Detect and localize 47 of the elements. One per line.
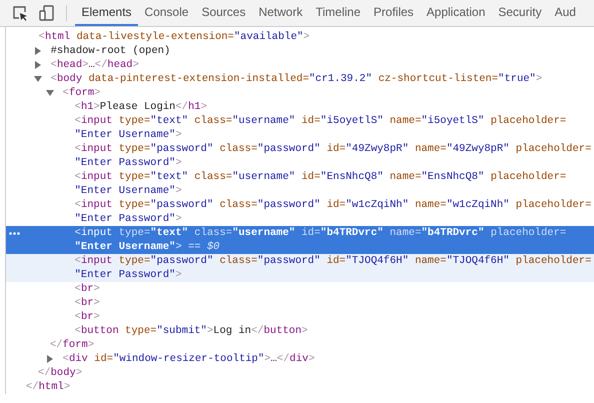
code-line: <input type="password" class="password" id="w1cZqiNh" name="w1cZqiNh" placeholder= [74,199,592,211]
selected-row[interactable]: "Enter Username"> == $0 [6,240,594,254]
code-line: #shadow-root (open) [50,45,170,57]
selected-row[interactable]: <input type="text" class="username" id="b4TRDvrc" name="b4TRDvrc" placeholder= [6,226,594,240]
code-line: <h1>Please Login</h1> [74,101,208,113]
panel-tab[interactable]: Console [138,0,196,26]
panel-tab[interactable]: Network [252,0,310,26]
code-line: <br> [74,311,100,323]
code-line: <div id="window-resizer-tooltip">…</div> [62,353,315,365]
hovered-row[interactable]: <input type="password" class="password" id="TJOQ4f6H" name="TJOQ4f6H" placeholder= [6,254,594,268]
device-icon[interactable] [39,5,55,21]
panel-tab[interactable]: Timeline [309,0,368,26]
code-line: "Enter Password"> [74,157,182,169]
code-line: "Enter Username"> [74,185,182,197]
code-line: <button type="submit">Log in</button> [74,325,308,337]
code-line: <br> [74,283,100,295]
code-line: "Enter Username"> == $0 [74,241,220,253]
code-line: "Enter Password"> [74,269,182,281]
code-line: <input type="text" class="username" id="b4TRDvrc" name="b4TRDvrc" placeholder= [74,227,566,239]
expanded-triangle-icon[interactable] [34,75,42,83]
code-line: <html data-livestyle-extension="available"> [38,31,310,43]
code-line: </form> [50,339,94,351]
panel-tab[interactable]: Sources [195,0,252,26]
code-line: "Enter Username"> [74,129,182,141]
panel-tab[interactable]: Profiles [367,0,420,26]
inspect-cursor-icon[interactable] [12,5,28,21]
code-line: <input type="text" class="username" id="i5oyetlS" name="i5oyetlS" placeholder= [74,115,566,127]
code-line: </body> [38,367,82,379]
panel-tab[interactable]: Application [420,0,492,26]
collapsed-triangle-icon[interactable] [34,61,42,69]
code-line: <body data-pinterest-extension-installed="cr1.39.2" cz-shortcut-listen="true"> [50,73,542,85]
code-line: "Enter Password"> [74,213,182,225]
more-icon[interactable] [9,232,20,235]
code-line: <input type="password" class="password" id="TJOQ4f6H" name="TJOQ4f6H" placeholder= [74,255,592,267]
collapsed-triangle-icon[interactable] [46,355,54,363]
panel-tab[interactable]: Elements [75,0,138,26]
expanded-triangle-icon[interactable] [46,89,54,97]
code-line: <br> [74,297,100,309]
code-line: <input type="text" class="username" id="EnsNhcQ8" name="EnsNhcQ8" placeholder= [74,171,566,183]
collapsed-triangle-icon[interactable] [34,47,42,55]
hovered-row[interactable]: "Enter Password"> [6,268,594,282]
code-line: <input type="password" class="password" id="49Zwy8pR" name="49Zwy8pR" placeholder= [74,143,592,155]
code-line: </html> [26,381,70,393]
panel-tab[interactable]: Aud [548,0,582,26]
code-line: <head>…</head> [50,59,139,71]
panel-tab[interactable]: Security [492,0,548,26]
code-line: <form> [62,87,100,99]
